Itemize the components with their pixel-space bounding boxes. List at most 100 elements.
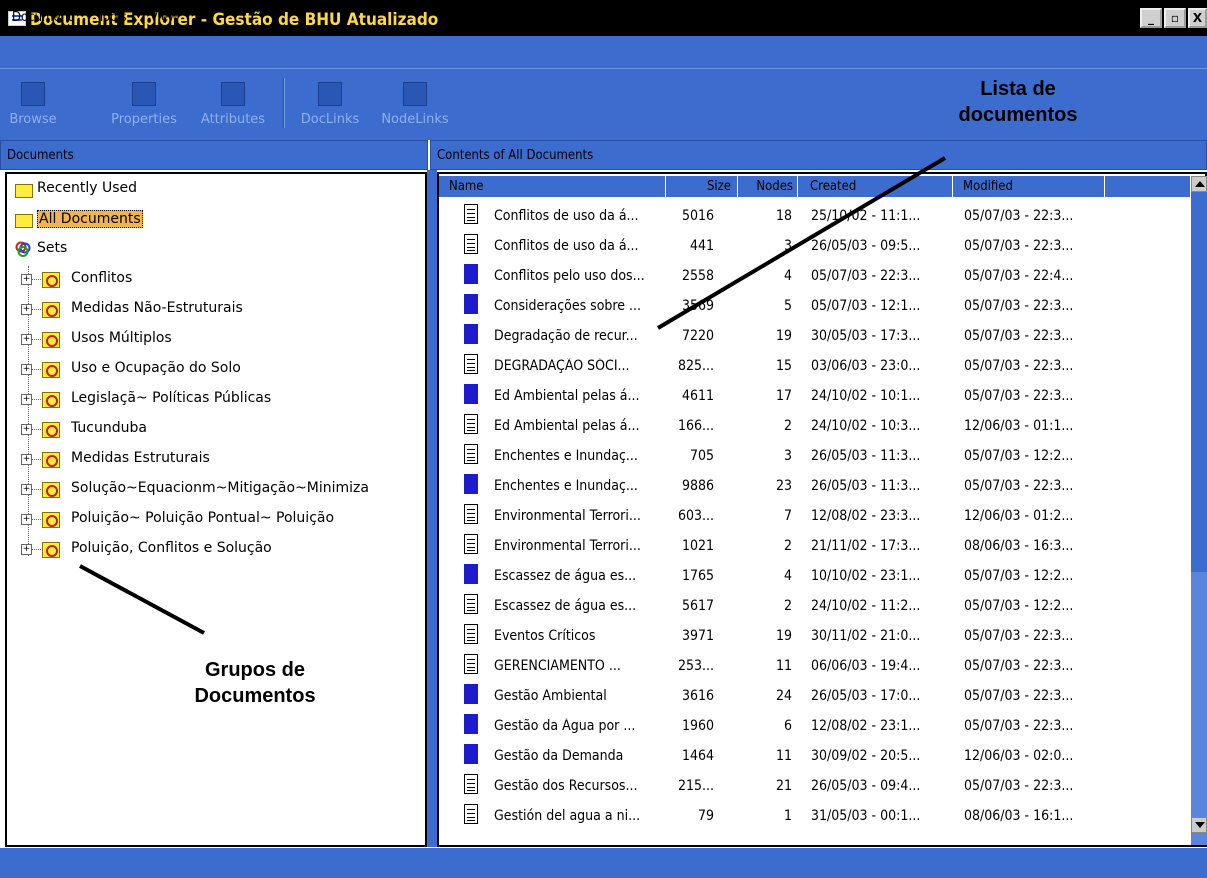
cell-nodes: 4 xyxy=(783,268,792,284)
cell-size: 603... xyxy=(677,508,714,524)
column-modified[interactable]: Modified xyxy=(953,176,1105,197)
table-row[interactable]: Gestión del agua a ni... 79 1 31/05/03 - 00… xyxy=(464,800,1196,830)
sets-icon xyxy=(15,241,31,257)
document-blue-icon xyxy=(464,684,478,704)
documents-tree: Recently Used All Documents Sets + Confl… xyxy=(5,172,427,847)
group-icon xyxy=(42,542,60,558)
cell-size: 3569 xyxy=(681,298,714,314)
list-callout-line2: documentos xyxy=(958,104,1078,126)
scroll-down-arrow-icon[interactable] xyxy=(1191,817,1207,833)
list-callout-line1: Lista de xyxy=(980,78,1056,100)
group-icon xyxy=(42,512,60,528)
column-extra[interactable] xyxy=(1105,176,1191,197)
column-created[interactable]: Created xyxy=(798,176,953,197)
table-row[interactable]: Conflitos de uso da á... 441 3 26/05/03 - 0… xyxy=(464,230,1196,260)
menu-tools[interactable]: Tools xyxy=(98,10,127,25)
tree-group-label: Usos Múltiplos xyxy=(71,330,172,346)
table-row[interactable]: Conflitos pelo uso dos... 2558 4 05/07/03 -… xyxy=(464,260,1196,290)
table-row[interactable]: Environmental Terrori... 1021 2 21/11/02 - … xyxy=(464,530,1196,560)
group-icon xyxy=(42,482,60,498)
properties-button[interactable]: Properties xyxy=(104,82,184,127)
cell-modified: 12/06/03 - 01:1... xyxy=(964,418,1074,434)
group-icon xyxy=(42,362,60,378)
cell-name: Escassez de água es... xyxy=(494,598,637,614)
tree-group-label: Poluição, Conflitos e Solução xyxy=(71,540,272,556)
cell-nodes: 21 xyxy=(775,778,792,794)
group-icon xyxy=(42,452,60,468)
cell-modified: 05/07/03 - 22:3... xyxy=(964,778,1074,794)
browse-icon xyxy=(21,82,45,106)
cell-modified: 12/06/03 - 01:2... xyxy=(964,508,1074,524)
table-row[interactable]: Gestão da Água por ... 1960 6 12/08/02 - 23… xyxy=(464,710,1196,740)
pane-splitter[interactable] xyxy=(427,170,437,847)
cell-size: 5617 xyxy=(681,598,714,614)
tree-group-label: Uso e Ocupação do Solo xyxy=(71,360,241,376)
cell-name: DEGRADAÇÃO SÓCI... xyxy=(494,358,630,374)
table-row[interactable]: Gestão Ambiental 3616 24 26/05/03 - 17:0...… xyxy=(464,680,1196,710)
maximize-button[interactable]: ▫ xyxy=(1164,8,1186,28)
cell-modified: 05/07/03 - 22:4... xyxy=(964,268,1074,284)
document-icon xyxy=(464,414,478,434)
cell-created: 26/05/03 - 11:3... xyxy=(811,448,921,464)
doclinks-button[interactable]: DocLinks xyxy=(294,82,366,127)
tree-group-label: Medidas Estruturais xyxy=(71,450,210,466)
cell-name: Enchentes e Inundaç... xyxy=(494,478,638,494)
table-row[interactable]: Enchentes e Inundaç... 705 3 26/05/03 - 11:… xyxy=(464,440,1196,470)
scrollbar-thumb[interactable] xyxy=(1191,192,1207,572)
scroll-up-arrow-icon[interactable] xyxy=(1191,176,1207,192)
table-row[interactable]: DEGRADAÇÃO SÓCI... 825... 15 03/06/03 - 23:… xyxy=(464,350,1196,380)
table-row[interactable]: Gestão da Demanda 1464 11 30/09/02 - 20:5..… xyxy=(464,740,1196,770)
column-name[interactable]: Name xyxy=(439,176,666,197)
table-row[interactable]: Conflitos de uso da á... 5016 18 25/10/02 -… xyxy=(464,200,1196,230)
cell-size: 825... xyxy=(677,358,714,374)
properties-label: Properties xyxy=(111,112,177,127)
document-icon xyxy=(464,624,478,644)
close-button[interactable]: X xyxy=(1188,8,1207,28)
table-row[interactable]: Ed Ambiental pelas á... 166... 2 24/10/02 -… xyxy=(464,410,1196,440)
cell-size: 166... xyxy=(677,418,714,434)
cell-name: Gestão dos Recursos... xyxy=(494,778,638,794)
attributes-button[interactable]: Attributes xyxy=(194,82,272,127)
cell-name: Eventos Críticos xyxy=(494,628,596,644)
column-nodes[interactable]: Nodes xyxy=(738,176,798,197)
nodelinks-button[interactable]: NodeLinks xyxy=(372,82,458,127)
cell-created: 26/05/03 - 09:5... xyxy=(811,238,921,254)
cell-size: 441 xyxy=(689,238,714,254)
cell-nodes: 7 xyxy=(783,508,792,524)
cell-created: 03/06/03 - 23:0... xyxy=(811,358,921,374)
document-blue-icon xyxy=(464,474,478,494)
table-row[interactable]: Enchentes e Inundaç... 9886 23 26/05/03 - 1… xyxy=(464,470,1196,500)
cell-name: Degradação de recur... xyxy=(494,328,638,344)
table-row[interactable]: GERENCIAMENTO ... 253... 11 06/06/03 - 19:4… xyxy=(464,650,1196,680)
table-row[interactable]: Considerações sobre ... 3569 5 05/07/03 - 1… xyxy=(464,290,1196,320)
document-icon xyxy=(464,234,478,254)
cell-nodes: 17 xyxy=(775,388,792,404)
tree-group-label: Tucunduba xyxy=(71,420,147,436)
column-size[interactable]: Size xyxy=(666,176,738,197)
document-blue-icon xyxy=(464,264,478,284)
cell-nodes: 11 xyxy=(775,658,792,674)
menu-view[interactable]: View xyxy=(150,10,178,25)
table-row[interactable]: Environmental Terrori... 603... 7 12/08/02 … xyxy=(464,500,1196,530)
document-blue-icon xyxy=(464,564,478,584)
cell-size: 4611 xyxy=(681,388,714,404)
cell-created: 26/05/03 - 11:3... xyxy=(811,478,921,494)
cell-size: 3971 xyxy=(681,628,714,644)
cell-size: 3616 xyxy=(681,688,714,704)
menu-document[interactable]: Document xyxy=(12,10,73,25)
table-row[interactable]: Ed Ambiental pelas á... 4611 17 24/10/02 - … xyxy=(464,380,1196,410)
minimize-button[interactable]: _ xyxy=(1140,8,1162,28)
table-row[interactable]: Eventos Críticos 3971 19 30/11/02 - 21:0...… xyxy=(464,620,1196,650)
cell-modified: 05/07/03 - 22:3... xyxy=(964,328,1074,344)
table-row[interactable]: Degradação de recur... 7220 19 30/05/03 - 1… xyxy=(464,320,1196,350)
tree-group-label: Solução~Equacionm~Mitigação~Minimiza xyxy=(71,480,369,496)
table-row[interactable]: Escassez de água es... 5617 2 24/10/02 - 11… xyxy=(464,590,1196,620)
cell-modified: 05/07/03 - 22:3... xyxy=(964,238,1074,254)
status-bar xyxy=(0,848,1207,878)
cell-created: 30/11/02 - 21:0... xyxy=(811,628,921,644)
folder-icon xyxy=(15,214,33,228)
table-row[interactable]: Gestão dos Recursos... 215... 21 26/05/03 -… xyxy=(464,770,1196,800)
browse-button[interactable]: Browse xyxy=(8,82,58,127)
cell-created: 24/10/02 - 11:2... xyxy=(811,598,921,614)
table-row[interactable]: Escassez de água es... 1765 4 10/10/02 - 23… xyxy=(464,560,1196,590)
